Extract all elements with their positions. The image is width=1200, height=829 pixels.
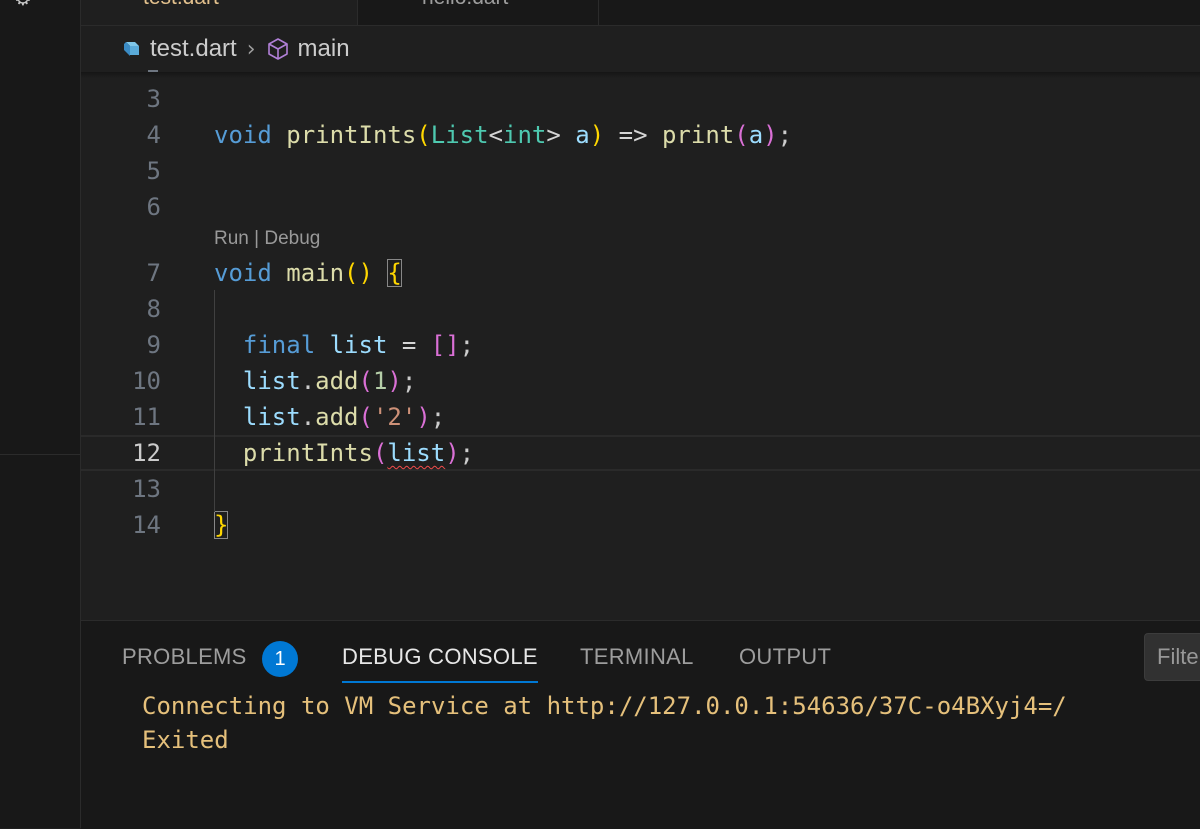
sidebar-divider — [0, 454, 80, 455]
codelens: Run | Debug — [214, 228, 320, 250]
tab-hello-dart[interactable]: hello.dart — [358, 0, 599, 25]
tab-output[interactable]: OUTPUT — [739, 639, 831, 683]
code-line[interactable]: 4 void printInts(List<int> a) => print(a… — [81, 117, 1200, 153]
debug-console-output: Connecting to VM Service at http://127.0… — [142, 689, 1067, 757]
tab-debug-console[interactable]: DEBUG CONSOLE — [342, 639, 538, 683]
breadcrumb: test.dart › main — [120, 32, 350, 66]
breadcrumb-file[interactable]: test.dart — [150, 35, 237, 63]
error-squiggle[interactable]: list — [387, 439, 445, 467]
tab-terminal[interactable]: TERMINAL — [580, 639, 694, 683]
code-line[interactable]: 11 list.add('2'); — [81, 399, 1200, 435]
code-line-current[interactable]: 12 printInts(list); — [81, 435, 1200, 471]
line-number: 9 — [146, 331, 161, 359]
line-number: 10 — [132, 367, 161, 395]
code-text: list.add('2'); — [242, 403, 446, 431]
dart-file-icon — [120, 38, 142, 60]
code-line[interactable]: 7 void main() { — [81, 255, 1200, 291]
console-line: Connecting to VM Service at http://127.0… — [142, 692, 1067, 720]
code-line[interactable]: 8 — [81, 291, 1200, 327]
line-number: 11 — [132, 403, 161, 431]
problems-count-badge: 1 — [262, 641, 298, 677]
line-number: 4 — [146, 121, 161, 149]
code-text: printInts(list); — [242, 439, 475, 467]
line-number: 14 — [132, 511, 161, 539]
line-number: 5 — [146, 157, 161, 185]
code-text: void main() { — [214, 259, 402, 287]
chevron-right-icon: › — [246, 36, 256, 62]
activity-sidebar: ⚙ — [0, 0, 81, 828]
console-line: Exited — [142, 726, 229, 754]
line-number: 13 — [132, 475, 161, 503]
tab-problems[interactable]: PROBLEMS — [122, 639, 247, 683]
scroll-indicator — [148, 70, 158, 72]
code-line[interactable]: 3 — [81, 81, 1200, 117]
tab-label: test.dart — [143, 0, 219, 10]
line-number: 3 — [146, 85, 161, 113]
breadcrumb-symbol[interactable]: main — [298, 35, 350, 63]
console-filter[interactable] — [1144, 633, 1200, 681]
code-line[interactable]: 13 — [81, 471, 1200, 507]
code-editor[interactable]: 3 4 void printInts(List<int> a) => print… — [81, 78, 1200, 618]
code-line[interactable]: 10 list.add(1); — [81, 363, 1200, 399]
filter-input[interactable] — [1145, 634, 1200, 680]
code-line[interactable]: 9 final list = []; — [81, 327, 1200, 363]
bottom-panel: PROBLEMS 1 DEBUG CONSOLE TERMINAL OUTPUT… — [81, 620, 1200, 829]
codelens-debug[interactable]: Debug — [264, 228, 320, 249]
code-line[interactable]: 6 — [81, 189, 1200, 225]
tab-test-dart[interactable]: test.dart — [81, 0, 358, 25]
code-text: } — [214, 511, 229, 539]
line-number: 12 — [132, 439, 161, 467]
line-number: 6 — [146, 193, 161, 221]
line-number: 7 — [146, 259, 161, 287]
code-text: final list = []; — [242, 331, 475, 359]
symbol-method-icon — [266, 37, 290, 61]
editor-tab-bar: test.dart hello.dart — [81, 0, 1200, 26]
code-text: list.add(1); — [242, 367, 417, 395]
code-line[interactable]: 5 — [81, 153, 1200, 189]
codelens-run[interactable]: Run — [214, 228, 249, 249]
tab-label: hello.dart — [422, 0, 508, 10]
gear-icon[interactable]: ⚙ — [14, 0, 36, 6]
code-line[interactable]: 14 } — [81, 507, 1200, 543]
codelens-separator: | — [248, 228, 265, 249]
line-number: 8 — [146, 295, 161, 323]
code-text: void printInts(List<int> a) => print(a); — [214, 121, 793, 149]
indent-guide — [214, 290, 215, 512]
